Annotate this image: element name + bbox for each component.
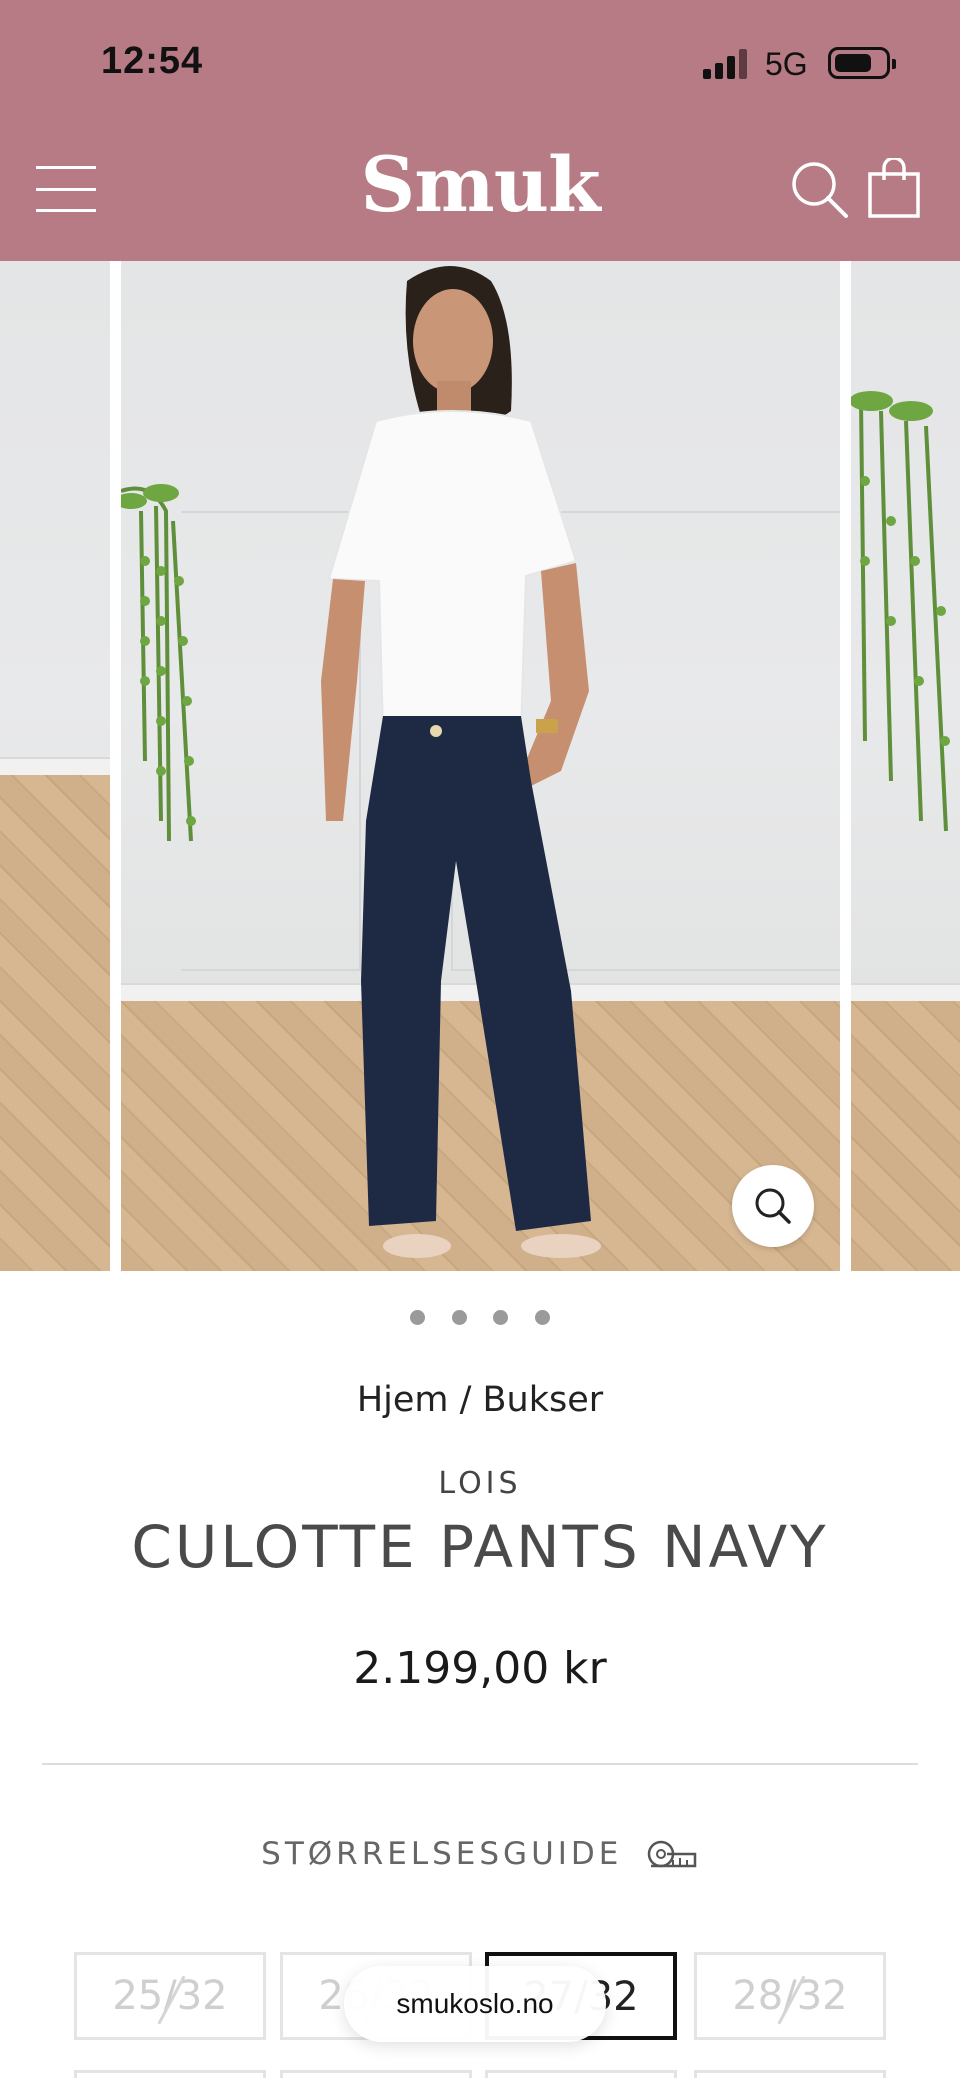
browser-url-bar[interactable]: smukoslo.no: [344, 1966, 606, 2042]
size-option-row2[interactable]: [280, 2070, 472, 2078]
carousel-pagination: [410, 1310, 550, 1326]
product-price: 2.199,00 kr: [353, 1643, 607, 1694]
product-image-carousel[interactable]: [0, 261, 960, 1271]
carousel-dot-1[interactable]: [410, 1310, 425, 1325]
gallery-image-next[interactable]: [851, 261, 960, 1271]
measuring-tape-icon: [645, 1836, 699, 1872]
carousel-dot-4[interactable]: [534, 1310, 550, 1325]
breadcrumb: Hjem / Bukser: [0, 1380, 960, 1420]
gallery-image-previous[interactable]: [0, 261, 110, 1271]
size-option-row2[interactable]: [485, 2070, 677, 2078]
zoom-magnifier-icon[interactable]: [732, 1165, 814, 1247]
breadcrumb-home-link[interactable]: Hjem: [357, 1380, 449, 1420]
breadcrumb-category-link[interactable]: Bukser: [483, 1380, 604, 1420]
status-time: 12:54: [101, 40, 204, 82]
product-brand[interactable]: LOIS: [0, 1466, 960, 1501]
network-type: 5G: [765, 46, 808, 82]
shopping-bag-icon[interactable]: [866, 156, 922, 218]
carousel-dot-2[interactable]: [451, 1310, 467, 1325]
size-guide-link[interactable]: STØRRELSESGUIDE: [0, 1836, 960, 1872]
product-title: CULOTTE PANTS NAVY: [131, 1513, 829, 1581]
hamburger-menu-icon[interactable]: [36, 166, 98, 212]
search-icon[interactable]: [790, 160, 850, 220]
site-header: 12:54 5G Smuk: [0, 0, 960, 261]
size-option-25-32[interactable]: 25/32: [74, 1952, 266, 2040]
size-guide-label: STØRRELSESGUIDE: [261, 1836, 623, 1872]
size-option-row2[interactable]: [694, 2070, 886, 2078]
site-logo[interactable]: Smuk: [330, 140, 630, 229]
size-option-28-32[interactable]: 28/32: [694, 1952, 886, 2040]
product-model-photo: [121, 266, 601, 1258]
divider: [42, 1763, 918, 1765]
battery-icon: [828, 47, 896, 79]
gallery-image-main[interactable]: [121, 261, 840, 1271]
carousel-dot-3[interactable]: [493, 1310, 509, 1325]
breadcrumb-separator: /: [448, 1380, 483, 1420]
cellular-signal-icon: [703, 49, 749, 79]
size-option-row2[interactable]: [74, 2070, 266, 2078]
